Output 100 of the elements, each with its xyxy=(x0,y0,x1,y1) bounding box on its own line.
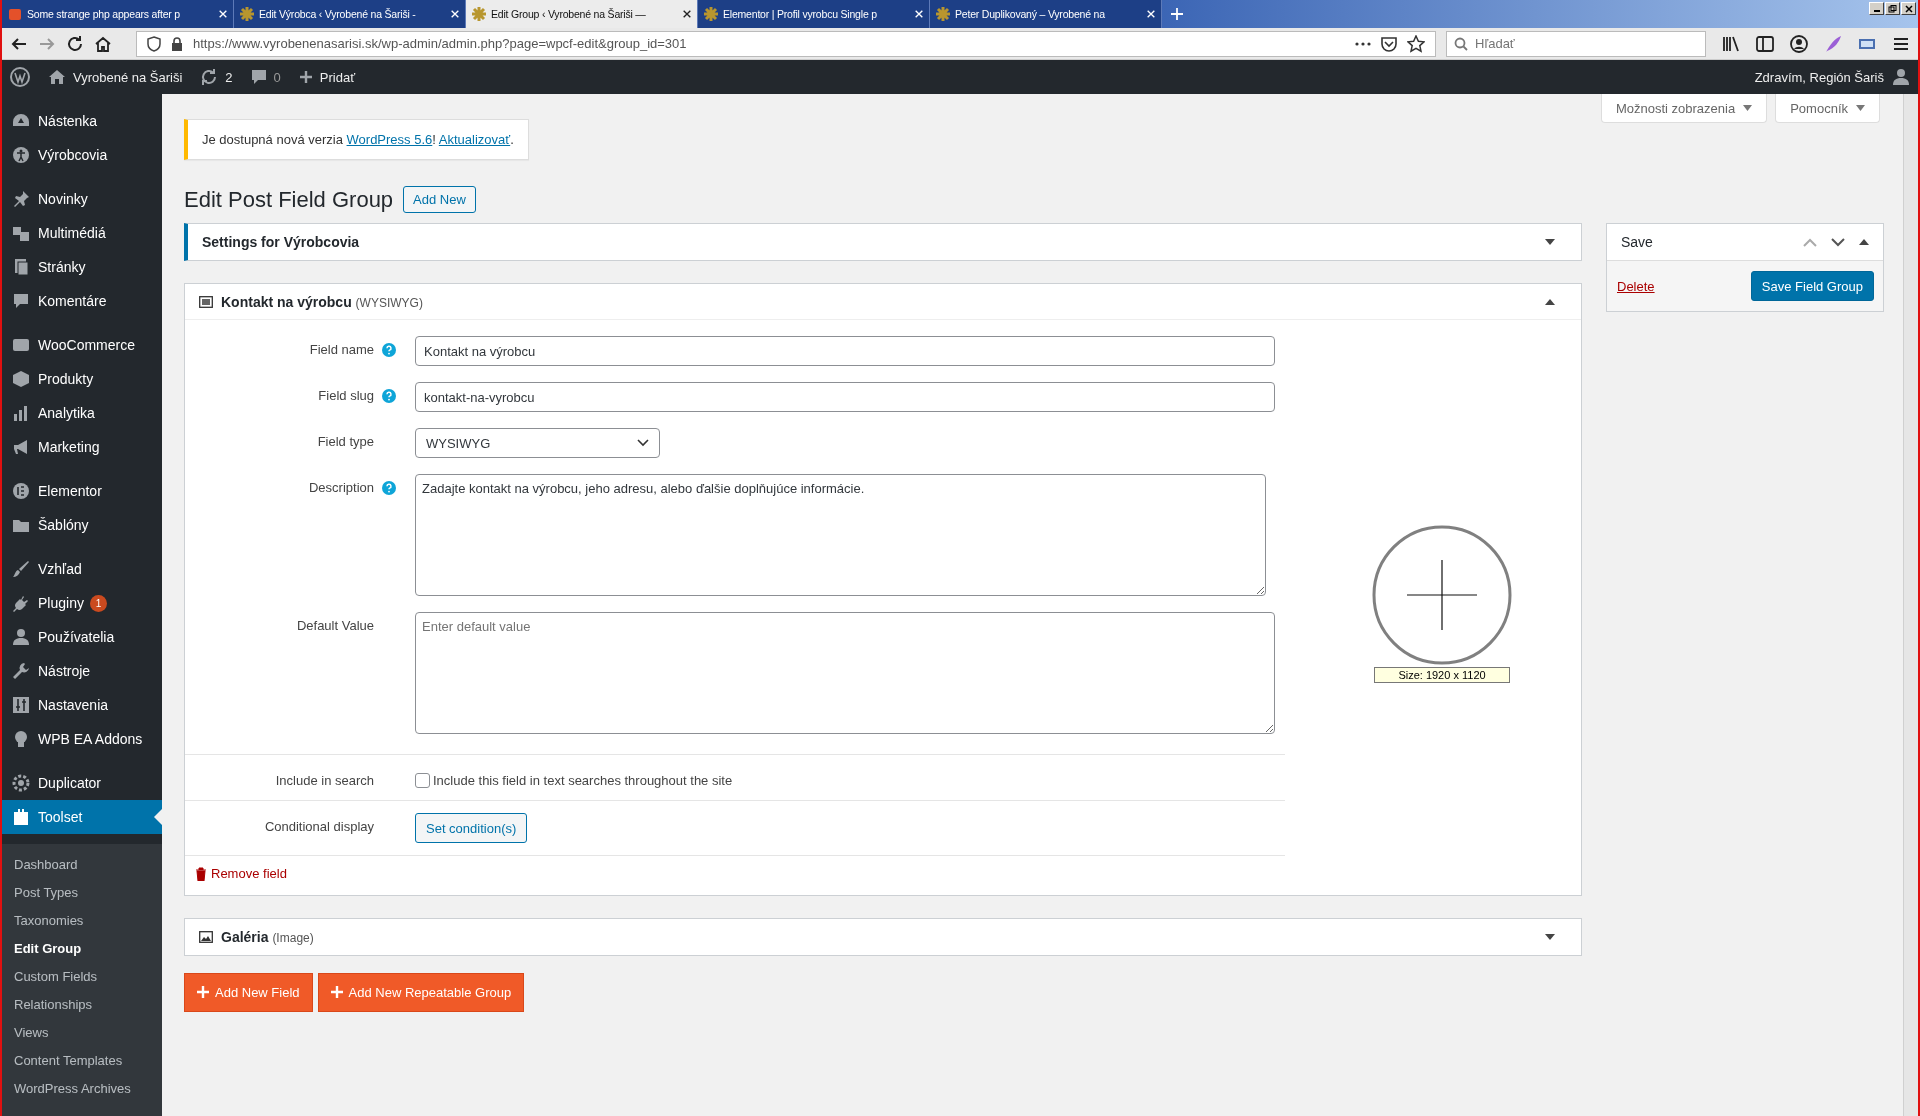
new-content-link[interactable]: Pridať xyxy=(298,69,356,85)
screen-tab-button[interactable]: Možnosti zobrazenia xyxy=(1600,94,1768,123)
trash-icon xyxy=(195,866,207,881)
chevron-down-icon[interactable] xyxy=(1831,237,1845,247)
browser-tab[interactable]: Some strange php appears after p xyxy=(2,0,234,28)
submenu-item[interactable]: Content Templates xyxy=(2,1046,162,1074)
close-button[interactable] xyxy=(1901,2,1916,15)
media-icon xyxy=(12,224,30,242)
set-conditions-button[interactable]: Set condition(s) xyxy=(415,813,528,843)
elementor-icon xyxy=(12,482,30,500)
sidebar-item[interactable]: Novinky xyxy=(2,182,162,216)
size-label: Size: 1920 x 1120 xyxy=(1374,667,1510,683)
sidebar-item[interactable]: Vzhľad xyxy=(2,552,162,586)
sidebar-item[interactable]: Duplicator xyxy=(2,766,162,800)
remove-field-link[interactable]: Remove field xyxy=(195,866,287,881)
text-area[interactable]: Zadajte kontakt na výrobcu, jeho adresu, alebo ďalšie doplňujúce informácie. xyxy=(415,474,1266,596)
submenu-item[interactable]: WordPress Archives xyxy=(2,1074,162,1102)
scrollbar[interactable] xyxy=(1903,94,1918,1116)
wordpress-logo-icon xyxy=(10,67,30,87)
type-dropdown[interactable]: WYSIWYG xyxy=(415,428,660,458)
sidebar-item[interactable]: Multimédiá xyxy=(2,216,162,250)
menu-icon[interactable] xyxy=(1892,35,1910,52)
star-icon xyxy=(1407,34,1425,53)
caret-icon xyxy=(1743,105,1753,111)
restore-button[interactable] xyxy=(1885,2,1900,15)
checkbox-label: Include this field in text searches throughout the site xyxy=(433,773,733,788)
image-icon xyxy=(199,930,213,943)
notice-text: Je dostupná nová verzia WordPress 5.6! Aktualizovať. xyxy=(202,132,514,147)
plus-icon xyxy=(197,986,209,998)
field-label: Field type xyxy=(317,434,374,449)
account-link[interactable]: Zdravím, Región Šariš xyxy=(1754,68,1910,86)
account-icon[interactable] xyxy=(1790,34,1808,53)
help-icon[interactable] xyxy=(382,480,396,495)
address-bar[interactable]: https://www.vyrobenenasarisi.sk/wp-admin/admin.php?page=wpcf-edit&group_id=301 xyxy=(136,30,1436,57)
sidebar-item[interactable]: Používatelia xyxy=(2,620,162,654)
notice-link[interactable]: Aktualizovať xyxy=(438,132,511,147)
save-button[interactable]: Save Field Group xyxy=(1750,271,1874,301)
sidebar-item[interactable]: Šablóny xyxy=(2,508,162,542)
sidebar-icon[interactable] xyxy=(1756,34,1774,53)
chevron-down-icon xyxy=(637,439,649,447)
sidebar-item[interactable]: Výrobcovia xyxy=(2,138,162,172)
checkbox[interactable] xyxy=(415,773,430,788)
text-area[interactable]: Enter default value xyxy=(415,612,1275,734)
sidebar-item[interactable]: Toolset xyxy=(2,800,162,834)
browser-tab[interactable]: Elementor | Profil vyrobcu Single p xyxy=(698,0,930,28)
minimize-button[interactable] xyxy=(1869,2,1884,15)
sliders-icon xyxy=(12,696,30,714)
delete-link[interactable]: Delete xyxy=(1617,278,1655,294)
sidebar-item[interactable]: Marketing xyxy=(2,430,162,464)
browser-tab[interactable]: Edit Group ‹ Vyrobené na Šariši — xyxy=(466,0,698,28)
home-icon[interactable] xyxy=(94,34,112,53)
comments-link[interactable]: 0 xyxy=(250,69,281,85)
sidebar-item[interactable]: WPB EA Addons xyxy=(2,722,162,756)
submenu-item[interactable]: Custom Fields xyxy=(2,962,162,990)
feather-icon[interactable] xyxy=(1824,34,1842,53)
box-icon xyxy=(12,370,30,388)
submenu-item[interactable]: Taxonomies xyxy=(2,906,162,934)
browser-tab[interactable]: Edit Výrobca ‹ Vyrobené na Šariši - xyxy=(234,0,466,28)
text-field[interactable]: kontakt-na-vyrobcu xyxy=(415,382,1275,412)
sidebar-item[interactable]: WooCommerce xyxy=(2,328,162,362)
minimize-icon xyxy=(1873,10,1880,12)
reload-icon[interactable] xyxy=(66,34,84,53)
submenu-item[interactable]: Relationships xyxy=(2,990,162,1018)
site-name-link[interactable]: Vyrobené na Šariši xyxy=(48,68,183,86)
sidebar-item[interactable]: Analytika xyxy=(2,396,162,430)
browser-tab[interactable]: Peter Duplikovaný – Vyrobené na xyxy=(930,0,1162,28)
sidebar-item[interactable]: Nástenka xyxy=(2,104,162,138)
text-field[interactable]: Kontakt na výrobcu xyxy=(415,336,1275,366)
submenu-item[interactable]: Dashboard xyxy=(2,850,162,878)
sidebar-item[interactable]: Nástroje xyxy=(2,654,162,688)
wrench-icon xyxy=(12,662,30,680)
plus-icon xyxy=(298,70,313,84)
submenu-item[interactable]: Edit Group xyxy=(2,934,162,962)
add-new-button[interactable]: Add New xyxy=(403,186,476,213)
updates-link[interactable]: 2 xyxy=(200,68,233,86)
sidebar-item[interactable]: Stránky xyxy=(2,250,162,284)
sidebar-item[interactable]: Nastavenia xyxy=(2,688,162,722)
search-icon xyxy=(1454,36,1468,51)
lightbulb-icon xyxy=(12,730,30,748)
pages-icon xyxy=(12,258,30,276)
screen-icon[interactable] xyxy=(1858,36,1876,51)
close-icon[interactable] xyxy=(682,9,692,19)
sidebar-item[interactable]: Komentáre xyxy=(2,284,162,318)
page-title: Edit Post Field Group xyxy=(184,186,394,213)
field-title: Galéria (Image) xyxy=(221,928,314,945)
screen-tab-button[interactable]: Pomocník xyxy=(1775,94,1880,123)
help-icon[interactable] xyxy=(382,342,396,357)
submenu-item[interactable]: Post Types xyxy=(2,878,162,906)
submenu-item[interactable]: Views xyxy=(2,1018,162,1046)
user-icon xyxy=(12,628,30,646)
editor-icon xyxy=(199,295,213,308)
pocket-icon xyxy=(1381,35,1397,52)
sidebar-item[interactable]: Elementor xyxy=(2,474,162,508)
help-icon[interactable] xyxy=(382,388,396,403)
sidebar-item[interactable]: Pluginy 1 xyxy=(2,586,162,620)
search-field[interactable]: Hľadať xyxy=(1446,30,1706,57)
plus-icon xyxy=(1170,7,1184,21)
sidebar-item[interactable]: Produkty xyxy=(2,362,162,396)
library-icon[interactable] xyxy=(1722,34,1740,53)
field-label: Field slug xyxy=(318,388,374,403)
